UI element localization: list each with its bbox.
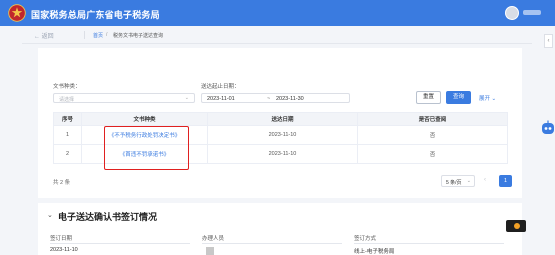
top-navbar: 国家税务总局广东省电子税务局 xyxy=(0,0,555,26)
sign-date-value: 2023-11-10 xyxy=(50,247,78,253)
page-1-button[interactable]: 1 xyxy=(499,175,512,187)
page-size-select[interactable]: 5 条/页 ⌄ xyxy=(441,175,475,187)
table-row[interactable]: 1 《不予税务行政处罚决定书》 2023-11-10 否 xyxy=(53,125,508,145)
date-start-input[interactable]: 2023-11-01 xyxy=(207,96,235,102)
breadcrumb: ← 返回 首页 / 税务文书电子送达查询 xyxy=(22,29,532,42)
field-divider xyxy=(50,243,190,244)
col-header-date: 送达日期 xyxy=(207,112,358,126)
page-size-value: 5 条/页 xyxy=(446,179,462,186)
table-row[interactable]: 2 《首违不罚承诺书》 2023-11-10 否 xyxy=(53,144,508,164)
col-header-doc-type: 文书种类 xyxy=(81,112,208,126)
date-separator: ~ xyxy=(267,95,271,102)
total-count: 共 2 条 xyxy=(53,180,71,186)
tool-dot-icon xyxy=(514,223,520,229)
back-button[interactable]: ← 返回 xyxy=(34,31,54,40)
row-date: 2023-11-10 xyxy=(207,125,358,145)
doc-type-placeholder: 请选择 xyxy=(59,97,75,103)
tax-emblem-icon xyxy=(8,4,26,22)
col-header-index: 序号 xyxy=(53,112,82,126)
field-divider xyxy=(354,243,504,244)
doc-type-label: 文书种类： xyxy=(53,84,81,90)
section-title: 电子送达确认书签订情况 xyxy=(58,212,158,222)
table-header-row: 序号 文书种类 送达日期 是否已查阅 xyxy=(53,112,508,126)
row-date: 2023-11-10 xyxy=(207,144,358,164)
date-end-input[interactable]: 2023-11-30 xyxy=(276,96,304,102)
operator-label: 办理人员 xyxy=(202,236,225,242)
query-button[interactable]: 查询 xyxy=(446,91,471,104)
user-name-masked[interactable] xyxy=(523,10,541,15)
floating-tool-icon[interactable] xyxy=(506,220,526,232)
field-divider xyxy=(202,243,342,244)
method-label: 签订方式 xyxy=(354,236,377,242)
row-index: 2 xyxy=(53,144,82,164)
col-header-viewed: 是否已查阅 xyxy=(357,112,508,126)
expand-filters-link[interactable]: 展开 ⌄ xyxy=(479,94,496,102)
date-range-label: 送达起止日期： xyxy=(201,84,240,90)
chevron-down-icon: ⌄ xyxy=(466,178,471,184)
sign-date-label: 签订日期 xyxy=(50,236,73,242)
assistant-robot-icon[interactable] xyxy=(541,120,555,136)
divider xyxy=(22,43,532,44)
user-avatar[interactable] xyxy=(505,6,519,20)
breadcrumb-divider: / xyxy=(106,31,108,38)
breadcrumb-separator xyxy=(84,31,85,39)
results-table: 序号 文书种类 送达日期 是否已查阅 1 《不予税务行政处罚决定书》 2023-… xyxy=(53,112,508,164)
breadcrumb-home-link[interactable]: 首页 xyxy=(93,32,103,39)
date-range-picker[interactable]: 2023-11-01 ~ 2023-11-30 xyxy=(201,93,350,103)
doc-type-link[interactable]: 《不予税务行政处罚决定书》 xyxy=(81,125,208,145)
breadcrumb-current: 税务文书电子送达查询 xyxy=(113,32,164,39)
row-viewed: 否 xyxy=(357,125,508,145)
operator-value-masked xyxy=(206,247,214,255)
row-viewed: 否 xyxy=(357,144,508,164)
doc-type-link[interactable]: 《首违不罚承诺书》 xyxy=(81,144,208,164)
method-value: 线上-电子税务局 xyxy=(354,249,395,255)
collapse-arrow-icon[interactable]: ‹ xyxy=(544,34,553,48)
confirm-section: ⌄ 电子送达确认书签订情况 签订日期 2023-11-10 办理人员 签订方式 … xyxy=(38,203,526,255)
prev-page-button[interactable]: ‹ xyxy=(484,177,486,183)
query-panel: 文书种类： 请选择 ⌄ 送达起止日期： 2023-11-01 ~ 2023-11… xyxy=(38,48,522,198)
site-title: 国家税务总局广东省电子税务局 xyxy=(31,10,160,20)
chevron-down-icon[interactable]: ⌄ xyxy=(47,211,53,219)
row-index: 1 xyxy=(53,125,82,145)
chevron-down-icon: ⌄ xyxy=(184,95,189,101)
doc-type-select[interactable]: 请选择 ⌄ xyxy=(53,93,195,103)
reset-button[interactable]: 重置 xyxy=(416,91,441,104)
